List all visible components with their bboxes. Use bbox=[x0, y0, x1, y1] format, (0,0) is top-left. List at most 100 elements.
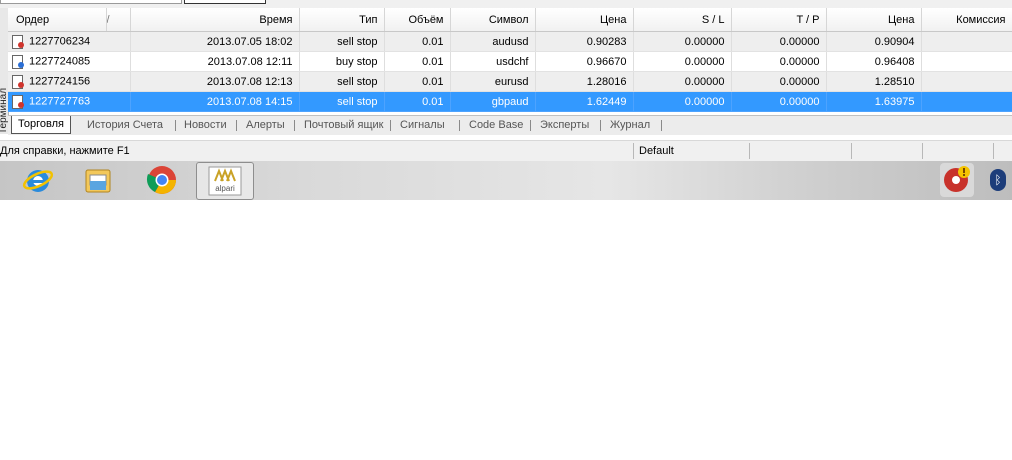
order-time: 2013.07.08 14:15 bbox=[130, 91, 300, 112]
table-row[interactable]: 1227724085 2013.07.08 12:11 buy stop 0.0… bbox=[8, 51, 1012, 72]
sell-order-icon bbox=[12, 75, 24, 89]
order-tp: 0.00000 bbox=[731, 91, 827, 112]
col-header-type[interactable]: Тип bbox=[299, 8, 385, 32]
order-volume: 0.01 bbox=[384, 71, 451, 92]
order-symbol: gbpaud bbox=[450, 91, 536, 112]
order-price: 0.90283 bbox=[535, 31, 634, 52]
tab-alerts[interactable]: Алерты bbox=[246, 116, 285, 134]
table-header-row: Ордер / Время Тип Объём Символ Цена S / … bbox=[8, 8, 1012, 32]
order-type: buy stop bbox=[299, 51, 385, 72]
tab-separator bbox=[600, 120, 601, 131]
order-commission bbox=[921, 91, 1012, 112]
status-separator bbox=[993, 143, 994, 159]
sell-order-icon bbox=[12, 35, 24, 49]
orders-table-panel: Ордер / Время Тип Объём Символ Цена S / … bbox=[8, 8, 1012, 112]
col-header-time[interactable]: Время bbox=[130, 8, 300, 32]
tab-separator bbox=[294, 120, 295, 131]
order-symbol: usdchf bbox=[450, 51, 536, 72]
col-header-price[interactable]: Цена bbox=[535, 8, 634, 32]
order-id: 1227727763 bbox=[29, 95, 91, 108]
table-row[interactable]: 1227706234 2013.07.05 18:02 sell stop 0.… bbox=[8, 31, 1012, 52]
order-tp: 0.00000 bbox=[731, 51, 827, 72]
order-tp: 0.00000 bbox=[731, 31, 827, 52]
order-commission bbox=[921, 51, 1012, 72]
bluetooth-icon[interactable]: ᛒ bbox=[990, 169, 1006, 191]
tab-account-history[interactable]: История Счета bbox=[87, 116, 163, 134]
order-sl: 0.00000 bbox=[633, 51, 732, 72]
terminal-tabs: Торговля История Счета Новости Алерты По… bbox=[8, 115, 1012, 135]
col-header-symbol[interactable]: Символ bbox=[450, 8, 536, 32]
order-symbol: eurusd bbox=[450, 71, 536, 92]
order-type: sell stop bbox=[299, 71, 385, 92]
alpari-label: alpari bbox=[215, 184, 235, 193]
order-symbol: audusd bbox=[450, 31, 536, 52]
order-price: 0.96670 bbox=[535, 51, 634, 72]
buy-order-icon bbox=[12, 55, 24, 69]
order-id: 1227724156 bbox=[29, 75, 91, 88]
status-separator bbox=[749, 143, 750, 159]
internet-explorer-icon bbox=[22, 170, 54, 192]
col-header-tp[interactable]: T / P bbox=[731, 8, 827, 32]
col-header-commission[interactable]: Комиссия bbox=[921, 8, 1012, 32]
tab-separator bbox=[530, 120, 531, 131]
col-header-current-price[interactable]: Цена bbox=[826, 8, 922, 32]
status-separator bbox=[851, 143, 852, 159]
status-separator bbox=[922, 143, 923, 159]
status-help-text: Для справки, нажмите F1 bbox=[0, 145, 130, 157]
table-row-selected[interactable]: 1227727763 2013.07.08 14:15 sell stop 0.… bbox=[8, 91, 1012, 112]
toolbar-field[interactable] bbox=[0, 0, 182, 4]
order-current-price: 1.63975 bbox=[826, 91, 922, 112]
tab-news[interactable]: Новости bbox=[184, 116, 227, 134]
order-volume: 0.01 bbox=[384, 31, 451, 52]
sort-indicator: / bbox=[106, 8, 131, 32]
alpari-icon: alpari bbox=[208, 166, 242, 196]
tab-separator bbox=[175, 120, 176, 131]
status-separator bbox=[633, 143, 634, 159]
order-commission bbox=[921, 31, 1012, 52]
order-price: 1.28016 bbox=[535, 71, 634, 92]
tab-code-base[interactable]: Code Base bbox=[469, 116, 523, 134]
tray-warning-button[interactable] bbox=[940, 163, 974, 197]
taskbar-file-explorer[interactable] bbox=[70, 162, 126, 198]
order-id: 1227724085 bbox=[29, 55, 91, 68]
tab-signals[interactable]: Сигналы bbox=[400, 116, 445, 134]
windows-taskbar: alpari ᛒ bbox=[0, 161, 1012, 200]
col-header-volume[interactable]: Объём bbox=[384, 8, 451, 32]
tab-separator bbox=[661, 120, 662, 131]
order-commission bbox=[921, 71, 1012, 92]
order-current-price: 1.28510 bbox=[826, 71, 922, 92]
folder-icon bbox=[85, 169, 111, 193]
orders-table: Ордер / Время Тип Объём Символ Цена S / … bbox=[8, 8, 1012, 112]
order-time: 2013.07.08 12:13 bbox=[130, 71, 300, 92]
status-profile[interactable]: Default bbox=[639, 141, 674, 161]
col-header-order[interactable]: Ордер bbox=[8, 8, 107, 32]
status-bar: Для справки, нажмите F1 Default bbox=[0, 140, 1012, 161]
order-sl: 0.00000 bbox=[633, 91, 732, 112]
sell-order-icon bbox=[12, 95, 24, 109]
toolbar-field-2[interactable] bbox=[184, 0, 266, 4]
tab-separator bbox=[459, 120, 460, 131]
order-current-price: 0.96408 bbox=[826, 51, 922, 72]
taskbar-alpari-terminal[interactable]: alpari bbox=[196, 162, 254, 200]
table-row[interactable]: 1227724156 2013.07.08 12:13 sell stop 0.… bbox=[8, 71, 1012, 92]
order-tp: 0.00000 bbox=[731, 71, 827, 92]
tab-trade[interactable]: Торговля bbox=[11, 116, 71, 134]
order-time: 2013.07.05 18:02 bbox=[130, 31, 300, 52]
tab-mailbox[interactable]: Почтовый ящик bbox=[304, 116, 383, 134]
tab-separator bbox=[236, 120, 237, 131]
order-current-price: 0.90904 bbox=[826, 31, 922, 52]
col-header-sl[interactable]: S / L bbox=[633, 8, 732, 32]
taskbar-chrome[interactable] bbox=[134, 162, 190, 198]
order-type: sell stop bbox=[299, 31, 385, 52]
order-sl: 0.00000 bbox=[633, 71, 732, 92]
top-toolbar-remnant bbox=[0, 0, 1012, 8]
order-id: 1227706234 bbox=[29, 35, 91, 48]
tab-separator bbox=[390, 120, 391, 131]
tab-experts[interactable]: Эксперты bbox=[540, 116, 589, 134]
warning-app-icon bbox=[944, 166, 970, 192]
order-volume: 0.01 bbox=[384, 51, 451, 72]
order-price: 1.62449 bbox=[535, 91, 634, 112]
tab-journal[interactable]: Журнал bbox=[610, 116, 650, 134]
taskbar-internet-explorer[interactable] bbox=[10, 162, 66, 198]
order-type: sell stop bbox=[299, 91, 385, 112]
